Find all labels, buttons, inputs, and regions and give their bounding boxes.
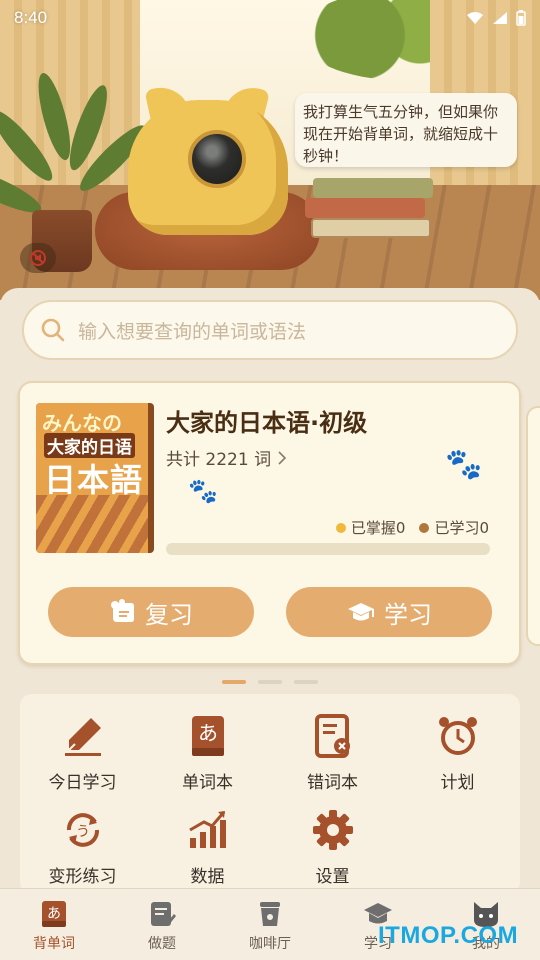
graduation-cap-icon xyxy=(348,603,374,621)
error-book-icon xyxy=(314,714,350,758)
review-button[interactable]: 复习 xyxy=(48,587,254,637)
review-icon xyxy=(111,599,134,622)
pager-dot xyxy=(222,680,246,684)
book-stack xyxy=(305,178,433,248)
nav-vocabulary[interactable]: あ 背单词 xyxy=(0,889,108,960)
nav-label: 咖啡厅 xyxy=(249,936,291,952)
feature-grid: 今日学习 あ 单词本 错词本 计划 う 变形练习 数据 设置 xyxy=(20,694,520,894)
wifi-icon xyxy=(467,12,483,24)
nav-label: 做题 xyxy=(148,936,176,952)
word-count: 共计 2221 词 xyxy=(166,450,272,470)
feature-wordbook[interactable]: あ 单词本 xyxy=(145,694,270,793)
book-title: 大家的日本语·初级 xyxy=(166,409,368,437)
feature-label: 数据 xyxy=(190,867,225,887)
nav-cafe[interactable]: 咖啡厅 xyxy=(216,889,324,960)
progress-legend: 已掌握0 已学习0 xyxy=(335,517,489,538)
feature-settings[interactable]: 设置 xyxy=(270,788,395,887)
learned-count: 已学习0 xyxy=(434,519,489,537)
mastered-count: 已掌握0 xyxy=(350,519,406,537)
mute-icon xyxy=(30,250,46,266)
book-card[interactable]: みんなの 大家的日语 日本語 🐾 🐾 大家的日本语·初级 共计 2221 词 已… xyxy=(18,381,521,665)
chart-icon xyxy=(188,811,226,848)
word-count-link[interactable]: 共计 2221 词 xyxy=(166,445,287,470)
learned-dot xyxy=(419,522,430,533)
gear-icon xyxy=(312,810,353,850)
study-button[interactable]: 学习 xyxy=(286,587,492,637)
chevron-right-icon xyxy=(278,450,287,465)
study-label: 学习 xyxy=(384,600,432,629)
signal-icon xyxy=(493,12,507,24)
mastered-dot xyxy=(335,522,346,533)
feature-label: 设置 xyxy=(315,867,350,887)
pen-icon xyxy=(64,718,101,756)
battery-icon xyxy=(516,10,526,26)
svg-text:あ: あ xyxy=(198,721,218,745)
book-cover: みんなの 大家的日语 日本語 xyxy=(36,403,154,553)
feature-error-book[interactable]: 错词本 xyxy=(270,694,395,793)
wordbook-icon: あ xyxy=(191,716,224,756)
nav-label: 背单词 xyxy=(33,936,75,952)
nav-quiz[interactable]: 做题 xyxy=(108,889,216,960)
cover-line3: 日本語 xyxy=(44,461,144,499)
paw-decoration: 🐾 xyxy=(188,477,218,505)
card-pager xyxy=(0,680,540,684)
mute-button[interactable] xyxy=(20,243,56,273)
conjugation-icon: う xyxy=(66,813,99,847)
feature-label: 变形练习 xyxy=(48,867,117,887)
hero-illustration: 我打算生气五分钟，但如果你现在开始背单词，就缩短成十秒钟！ xyxy=(0,0,540,300)
status-time: 8:40 xyxy=(14,8,48,27)
search-icon xyxy=(41,318,65,342)
search-placeholder: 输入想要查询的单词或语法 xyxy=(78,320,307,343)
feature-conjugation[interactable]: う 变形练习 xyxy=(20,788,145,887)
watermark: ITMOP.COM xyxy=(378,922,519,949)
status-bar: 8:40 xyxy=(0,0,540,36)
feature-plan[interactable]: 计划 xyxy=(395,694,520,793)
review-label: 复习 xyxy=(145,600,193,629)
svg-text:あ: あ xyxy=(47,906,61,922)
feature-data[interactable]: 数据 xyxy=(145,788,270,887)
paw-decoration: 🐾 xyxy=(445,447,483,482)
pager-dot xyxy=(258,680,282,684)
quiz-icon xyxy=(151,902,176,926)
feature-label: 计划 xyxy=(440,773,475,793)
search-bar[interactable]: 输入想要查询的单词或语法 xyxy=(22,300,518,360)
svg-text:う: う xyxy=(76,824,90,840)
cover-line1: みんなの xyxy=(42,411,122,435)
kana-a-icon: あ xyxy=(42,901,66,927)
speech-bubble: 我打算生气五分钟，但如果你现在开始背单词，就缩短成十秒钟！ xyxy=(295,93,517,167)
coffee-icon xyxy=(260,902,280,926)
feature-today-study[interactable]: 今日学习 xyxy=(20,694,145,793)
alarm-clock-icon xyxy=(438,717,477,755)
study-progress-bar xyxy=(166,543,490,555)
next-card-peek[interactable] xyxy=(526,406,540,646)
pager-dot xyxy=(294,680,318,684)
